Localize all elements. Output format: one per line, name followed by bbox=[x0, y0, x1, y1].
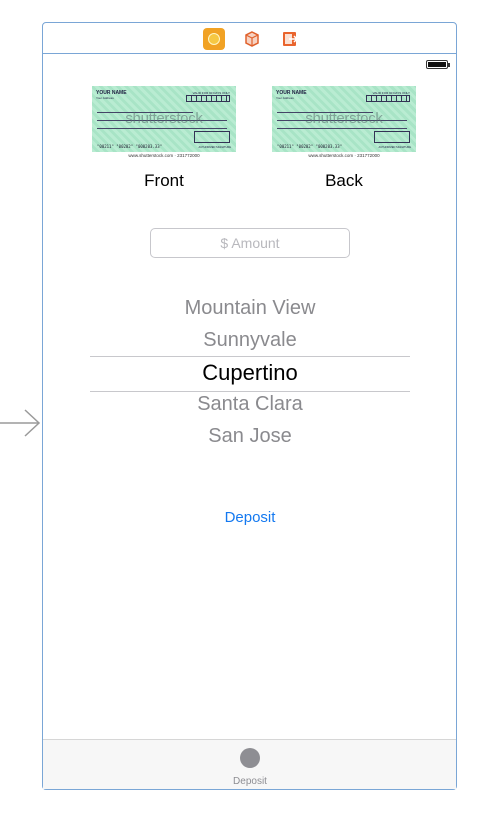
check-signature-label: AUTHORIZED SIGNATURE bbox=[378, 146, 411, 149]
check-watermark: shutterstock bbox=[125, 110, 203, 127]
amount-field[interactable] bbox=[150, 228, 350, 258]
first-responder-icon[interactable] bbox=[241, 28, 263, 50]
picker-row[interactable]: Mountain View bbox=[90, 297, 410, 320]
exit-icon[interactable] bbox=[279, 28, 301, 50]
circle-icon bbox=[240, 748, 260, 768]
check-front-image[interactable]: YOUR NAME Your Address VALID FOR 90 DAYS… bbox=[92, 86, 236, 162]
check-amount-box bbox=[374, 131, 410, 143]
view-controller-scene: YOUR NAME Your Address VALID FOR 90 DAYS… bbox=[42, 22, 457, 790]
picker-selection-top-line bbox=[90, 356, 410, 357]
picker-row[interactable]: Sunnyvale bbox=[90, 329, 410, 352]
check-credit: www.shutterstock.com · 231772000 bbox=[308, 153, 380, 158]
deposit-button[interactable]: Deposit bbox=[198, 506, 302, 528]
check-credit: www.shutterstock.com · 231772000 bbox=[128, 153, 200, 158]
tab-deposit[interactable]: Deposit bbox=[213, 740, 287, 789]
check-paper: YOUR NAME Your Address VALID FOR 90 DAYS… bbox=[272, 86, 416, 152]
check-date-boxes bbox=[366, 95, 410, 102]
picker-selection-bottom-line bbox=[90, 391, 410, 392]
front-label: Front bbox=[144, 171, 184, 190]
picker-row-selected[interactable]: Cupertino bbox=[90, 360, 410, 386]
view-controller-icon[interactable] bbox=[203, 28, 225, 50]
check-date-boxes bbox=[186, 95, 230, 102]
scene-dock bbox=[43, 23, 456, 54]
check-back-image[interactable]: YOUR NAME Your Address VALID FOR 90 DAYS… bbox=[272, 86, 416, 162]
initial-scene-arrow-icon bbox=[0, 409, 41, 437]
check-signature-label: AUTHORIZED SIGNATURE bbox=[198, 146, 231, 149]
tab-bar: Deposit bbox=[43, 739, 456, 789]
check-address: Your Address bbox=[276, 96, 294, 100]
back-label: Back bbox=[325, 171, 363, 190]
check-amount-box bbox=[194, 131, 230, 143]
check-micr: "00211" "00202" "000203.33" bbox=[97, 144, 163, 149]
battery-icon bbox=[426, 60, 450, 69]
check-words-line bbox=[277, 128, 407, 129]
check-micr: "00211" "00202" "000203.33" bbox=[277, 144, 343, 149]
check-address: Your Address bbox=[96, 96, 114, 100]
check-watermark: shutterstock bbox=[305, 110, 383, 127]
check-paper: YOUR NAME Your Address VALID FOR 90 DAYS… bbox=[92, 86, 236, 152]
city-picker[interactable]: Mountain View Sunnyvale Cupertino Santa … bbox=[90, 293, 410, 453]
check-words-line bbox=[97, 128, 227, 129]
picker-row[interactable]: San Jose bbox=[90, 425, 410, 448]
tab-label: Deposit bbox=[233, 776, 267, 787]
picker-row[interactable]: Santa Clara bbox=[90, 393, 410, 416]
